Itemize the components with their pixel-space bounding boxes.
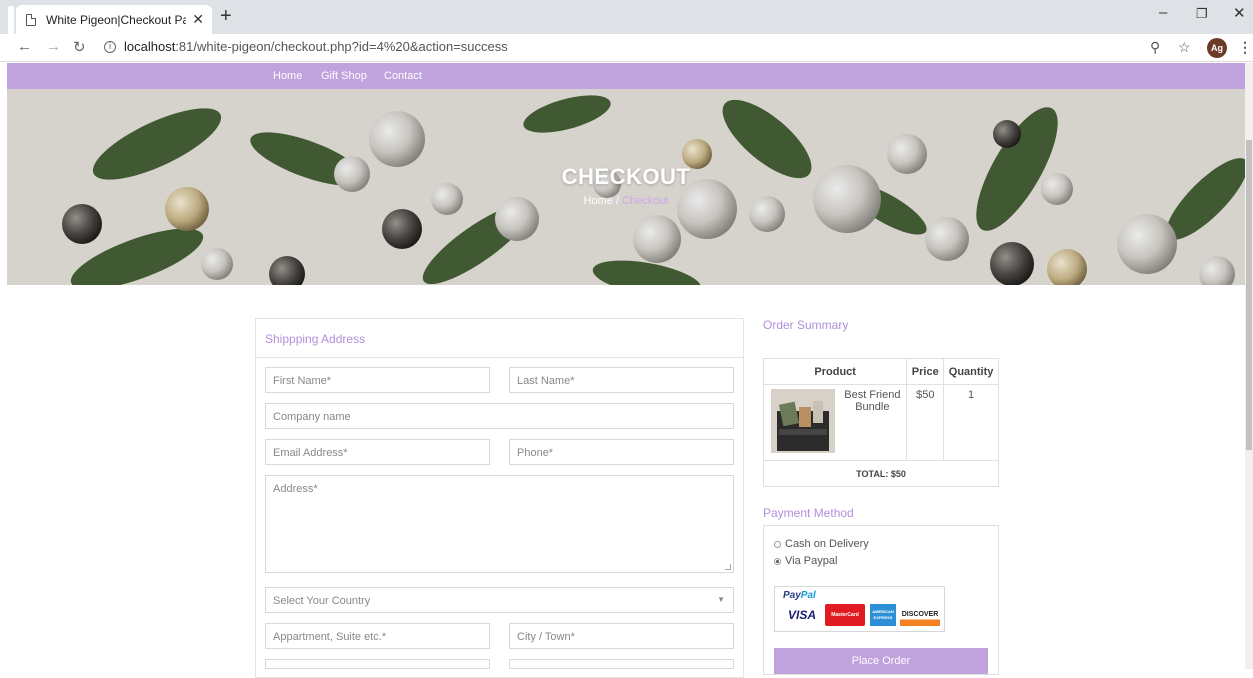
order-summary-table: Product Price Quantity Best Friend Bundl… bbox=[762, 358, 999, 487]
company-field[interactable]: Company name bbox=[265, 403, 734, 429]
maximize-icon[interactable]: ❐ bbox=[1196, 6, 1208, 22]
payment-method-panel: Cash on Delivery Via Paypal PayPal VISA … bbox=[763, 525, 999, 675]
country-select-value: Select Your Country bbox=[273, 595, 371, 607]
radio-cod[interactable] bbox=[774, 540, 781, 548]
paypal-cards-logo: PayPal VISA MasterCard AMERICAN EXPRESS … bbox=[774, 586, 945, 632]
breadcrumb-separator: / bbox=[615, 195, 619, 207]
col-price: Price bbox=[906, 358, 945, 385]
hero-banner: CHECKOUT Home / Checkout bbox=[7, 89, 1245, 285]
payment-method-title: Payment Method bbox=[763, 506, 854, 520]
page-title: CHECKOUT bbox=[561, 164, 691, 189]
payment-option-paypal-label: Via Paypal bbox=[785, 555, 838, 567]
district-field[interactable] bbox=[265, 659, 490, 669]
breadcrumb-current: Checkout bbox=[622, 195, 669, 207]
zoom-icon[interactable]: ⚲ bbox=[1150, 39, 1160, 56]
minimize-icon[interactable]: – bbox=[1159, 4, 1167, 21]
tab-edge bbox=[8, 6, 14, 34]
close-window-icon[interactable]: ✕ bbox=[1233, 4, 1246, 22]
paypal-logo-pal: Pal bbox=[800, 590, 816, 601]
forward-icon[interactable]: → bbox=[46, 38, 61, 55]
profile-avatar[interactable]: Ag bbox=[1207, 38, 1227, 58]
paypal-logo-pay: Pay bbox=[783, 590, 801, 601]
table-row: Best Friend Bundle $50 1 bbox=[763, 384, 999, 461]
site-nav: Home Gift Shop Contact bbox=[7, 63, 1245, 89]
product-price: $50 bbox=[906, 384, 945, 461]
product-image[interactable] bbox=[771, 389, 836, 453]
url-host: localhost bbox=[124, 39, 176, 54]
col-quantity: Quantity bbox=[943, 358, 999, 385]
apartment-field[interactable]: Appartment, Suite etc.* bbox=[265, 623, 490, 649]
tab-title: White Pigeon|Checkout Page bbox=[46, 12, 187, 27]
browser-tab[interactable]: White Pigeon|Checkout Page ✕ bbox=[16, 5, 212, 34]
first-name-field[interactable]: First Name* bbox=[265, 367, 490, 393]
table-header-row: Product Price Quantity bbox=[762, 358, 999, 385]
chevron-down-icon: ▼ bbox=[717, 595, 725, 604]
info-icon[interactable]: i bbox=[104, 40, 116, 53]
amex-logo: AMERICAN EXPRESS bbox=[870, 604, 896, 626]
postcode-field[interactable] bbox=[509, 659, 734, 669]
payment-option-cod[interactable]: Cash on Delivery bbox=[774, 538, 869, 550]
browser-tab-bar: White Pigeon|Checkout Page ✕ + – ❐ ✕ bbox=[0, 0, 1253, 34]
phone-field[interactable]: Phone* bbox=[509, 439, 734, 465]
back-icon[interactable]: ← bbox=[17, 38, 32, 55]
radio-paypal[interactable] bbox=[774, 557, 781, 565]
url-path: :81/white-pigeon/checkout.php?id=4%20&ac… bbox=[175, 39, 508, 54]
menu-icon[interactable]: ⋮ bbox=[1238, 39, 1252, 56]
product-name[interactable]: Best Friend Bundle bbox=[838, 384, 908, 461]
product-quantity: 1 bbox=[943, 384, 999, 461]
url-field[interactable]: i localhost:81/white-pigeon/checkout.php… bbox=[104, 39, 508, 54]
payment-option-paypal[interactable]: Via Paypal bbox=[774, 555, 837, 567]
close-tab-icon[interactable]: ✕ bbox=[192, 11, 204, 28]
product-image-cell bbox=[763, 384, 839, 461]
product-image-graphic bbox=[771, 389, 836, 453]
payment-option-cod-label: Cash on Delivery bbox=[785, 538, 869, 550]
nav-home[interactable]: Home bbox=[273, 70, 302, 82]
shipping-title: Shippping Address bbox=[256, 319, 743, 358]
last-name-field[interactable]: Last Name* bbox=[509, 367, 734, 393]
breadcrumb: Home / Checkout bbox=[7, 195, 1245, 207]
city-field[interactable]: City / Town* bbox=[509, 623, 734, 649]
address-bar: ← → ↻ i localhost:81/white-pigeon/checko… bbox=[0, 34, 1253, 62]
new-tab-icon[interactable]: + bbox=[220, 6, 232, 26]
order-summary-title: Order Summary bbox=[763, 318, 849, 332]
mastercard-logo: MasterCard bbox=[825, 604, 865, 626]
paypal-logo: PayPal bbox=[783, 590, 816, 601]
address-placeholder: Address* bbox=[273, 483, 318, 495]
resize-grip-icon[interactable] bbox=[725, 564, 731, 570]
total-row: TOTAL: $50 bbox=[763, 460, 999, 487]
nav-contact[interactable]: Contact bbox=[384, 70, 422, 82]
breadcrumb-home[interactable]: Home bbox=[583, 195, 612, 207]
reload-icon[interactable]: ↻ bbox=[73, 38, 86, 56]
address-textarea[interactable]: Address* bbox=[265, 475, 734, 573]
col-product: Product bbox=[762, 358, 908, 385]
page-icon bbox=[26, 13, 36, 26]
discover-logo: DISCOVER bbox=[900, 604, 940, 626]
country-select[interactable]: Select Your Country ▼ bbox=[265, 587, 734, 613]
nav-gift-shop[interactable]: Gift Shop bbox=[321, 70, 367, 82]
order-total: TOTAL: $50 bbox=[763, 460, 999, 487]
place-order-button[interactable]: Place Order bbox=[774, 648, 988, 674]
visa-logo: VISA bbox=[787, 608, 816, 622]
bookmark-star-icon[interactable]: ☆ bbox=[1178, 39, 1191, 56]
scrollbar-thumb[interactable] bbox=[1246, 140, 1252, 450]
email-field[interactable]: Email Address* bbox=[265, 439, 490, 465]
